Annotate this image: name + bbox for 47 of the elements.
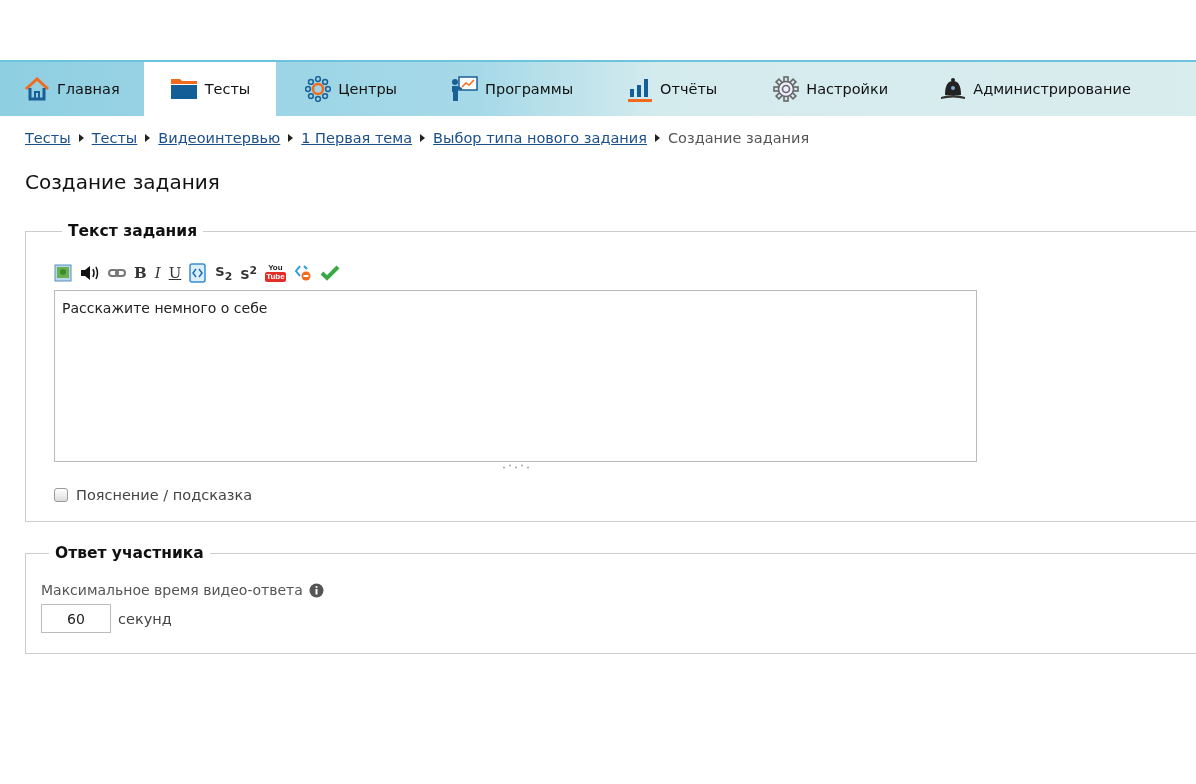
separator-icon	[145, 134, 151, 142]
house-icon	[24, 77, 50, 101]
separator-icon	[78, 134, 84, 142]
helmet-icon	[940, 77, 967, 101]
section-legend: Ответ участника	[49, 544, 210, 562]
checkmark-icon[interactable]	[319, 265, 340, 281]
nav-tab[interactable]: Тесты	[143, 62, 277, 116]
italic-button[interactable]: I	[154, 264, 161, 282]
separator-icon	[288, 134, 294, 142]
nav-tab[interactable]: Центры	[276, 62, 427, 116]
speaker-icon[interactable]	[80, 264, 100, 282]
breadcrumb-current: Создание задания	[668, 130, 810, 146]
nav-tab[interactable]: Администрирование	[916, 62, 1155, 116]
script-button[interactable]: S$^{2}$	[240, 263, 258, 283]
circles-icon	[305, 76, 332, 102]
chain-link-icon[interactable]	[108, 267, 126, 279]
nav-tab[interactable]: Отчёты	[601, 62, 746, 116]
folder-icon	[169, 78, 198, 100]
field-label: Максимальное время видео-ответа	[41, 582, 303, 598]
bold-button[interactable]: B	[134, 264, 147, 282]
resize-grip-icon[interactable]	[502, 464, 529, 469]
checkbox-label: Пояснение / подсказка	[76, 487, 253, 503]
separator-icon	[655, 134, 660, 142]
breadcrumb-link[interactable]: Тесты	[25, 130, 71, 146]
presenter-icon	[450, 76, 479, 102]
image-icon[interactable]	[54, 264, 72, 282]
code-block-icon[interactable]	[189, 263, 208, 283]
breadcrumb-link[interactable]: Выбор типа нового задания	[433, 130, 647, 146]
unit-label: секунд	[118, 610, 172, 627]
bar-chart-icon	[627, 76, 654, 102]
breadcrumb-link[interactable]: Видеоинтервью	[158, 130, 281, 146]
embed-remove-icon[interactable]	[293, 264, 312, 282]
settings-icon	[773, 76, 800, 102]
section-legend: Текст задания	[62, 222, 204, 240]
checkbox[interactable]	[54, 488, 68, 502]
nav-tab[interactable]: Главная	[0, 62, 144, 116]
info-icon[interactable]	[308, 582, 324, 598]
nav-tab[interactable]: Программы	[426, 62, 602, 116]
underline-button[interactable]: U	[168, 264, 182, 282]
breadcrumb-link[interactable]: 1 Первая тема	[301, 130, 413, 146]
script-button[interactable]: S$_{2}$	[215, 263, 233, 283]
nav-tab[interactable]: Настройки	[745, 62, 917, 116]
separator-icon	[420, 134, 426, 142]
breadcrumb-link[interactable]: Тесты	[91, 130, 138, 146]
page-title: Создание задания	[25, 170, 221, 194]
text-editor[interactable]: Расскажите немного о себе	[54, 290, 977, 462]
seconds-input[interactable]: 60	[41, 604, 111, 633]
